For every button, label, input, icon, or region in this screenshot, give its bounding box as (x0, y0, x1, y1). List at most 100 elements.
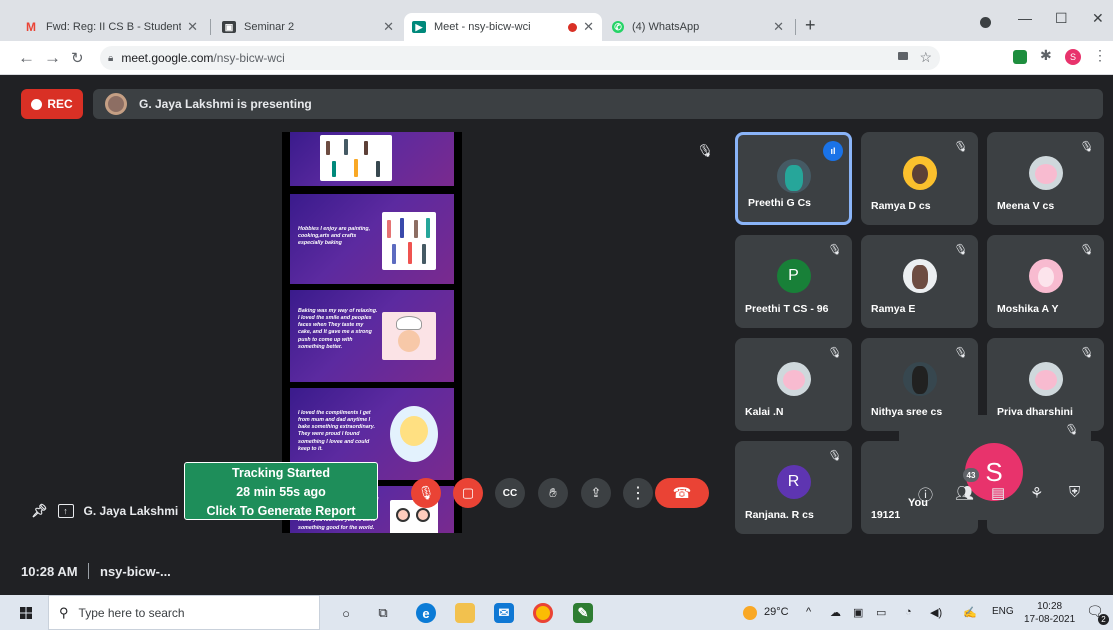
tab-meet[interactable]: ▶ Meet - nsy-bicw-wci ✕ (404, 13, 602, 41)
menu-kebab-icon[interactable]: ⋮ (1093, 47, 1107, 63)
more-options-button[interactable]: ⋮ (623, 478, 653, 508)
meeting-code[interactable]: nsy-bicw-... (100, 564, 171, 579)
taskbar-clock[interactable]: 10:28 17-08-2021 (1024, 600, 1075, 626)
file-explorer-icon[interactable] (455, 603, 475, 623)
tab-title: Fwd: Reg: II CS B - Students Deta (46, 21, 182, 33)
weather-temp[interactable]: 29°C (764, 606, 789, 618)
more-vert-icon: ⋮ (630, 485, 646, 502)
slide-image (320, 135, 392, 181)
windows-start-icon[interactable] (20, 607, 32, 619)
tray-chevron-icon[interactable]: ^ (806, 606, 811, 618)
address-input[interactable]: 🔒︎ meet.google.com/nsy-bicw-wci ☆ (100, 46, 940, 70)
phone-hangup-icon: ☎︎ (672, 485, 692, 502)
forward-arrow-icon[interactable]: → (44, 48, 61, 68)
mic-off-icon: 🎙︎ (417, 485, 435, 500)
search-placeholder: Type here to search (78, 605, 185, 620)
participant-tile[interactable]: P 🎙︎ Preethi T CS - 96 (735, 235, 852, 328)
tracking-report-button[interactable]: Tracking Started 28 min 55s ago Click To… (184, 462, 378, 520)
participant-count-badge: 43 (963, 468, 979, 482)
new-tab-button[interactable]: + (805, 15, 816, 36)
close-tab-icon[interactable]: ✕ (187, 19, 198, 35)
raise-hand-button[interactable]: ✋︎ (538, 478, 568, 508)
chat-icon[interactable]: ▤ (991, 484, 1005, 502)
slides-icon: ▣ (222, 21, 236, 33)
close-tab-icon[interactable]: ✕ (383, 19, 394, 35)
task-view-icon[interactable]: ⧉ (373, 603, 393, 623)
puzzle-icon[interactable]: ✱ (1040, 47, 1054, 63)
slide-image (390, 406, 438, 462)
bookmark-star-icon[interactable]: ☆ (919, 49, 932, 66)
present-now-button[interactable]: ⇪ (581, 478, 611, 508)
present-icon: ⇪ (590, 485, 602, 500)
rec-label: REC (47, 97, 73, 111)
mail-icon[interactable]: ✉ (494, 603, 514, 623)
participant-tile[interactable]: 🎙︎ Ramya D cs (861, 132, 978, 225)
cortana-icon[interactable]: ○ (336, 603, 356, 623)
slide-page (290, 132, 454, 186)
participant-tile[interactable]: 🎙︎ Moshika A Y (987, 235, 1104, 328)
activities-icon[interactable]: ⚘ (1030, 484, 1043, 502)
language-indicator[interactable]: ENG (992, 606, 1014, 617)
hand-icon: ✋︎ (549, 485, 557, 500)
leave-call-button[interactable]: ☎︎ (655, 478, 709, 508)
camera-toggle-button[interactable]: ▢ (453, 478, 483, 508)
minimize-button[interactable]: — (1018, 10, 1032, 26)
meeting-info-icon[interactable]: ⓘ (918, 484, 933, 505)
participant-tile[interactable]: R 🎙︎ Ranjana. R cs (735, 441, 852, 534)
tab-seminar[interactable]: ▣ Seminar 2 ✕ (214, 13, 402, 41)
profile-avatar[interactable]: S (1065, 49, 1081, 65)
edge-icon[interactable]: e (416, 603, 436, 623)
recording-indicator[interactable]: REC (21, 89, 83, 119)
participant-tile[interactable]: ıl Preethi G Cs (735, 132, 852, 225)
onedrive-icon[interactable]: ☁ (830, 606, 841, 619)
speaking-indicator-icon: ıl (823, 141, 843, 161)
tab-title: Seminar 2 (244, 21, 295, 33)
mic-toggle-button[interactable]: 🎙︎ (411, 478, 441, 508)
profile-dropdown-icon[interactable] (980, 17, 991, 28)
tracking-duration: 28 min 55s ago (236, 485, 326, 499)
presenter-mic-off-icon: 🎙︎ (695, 141, 716, 160)
extension-icon[interactable] (1013, 50, 1027, 64)
close-tab-icon[interactable]: ✕ (583, 19, 594, 35)
taskbar-time: 10:28 (1037, 601, 1063, 612)
people-icon[interactable]: 👥︎ (955, 484, 974, 502)
pin-icon[interactable]: 📌︎ (31, 503, 48, 519)
tray-app-icon[interactable]: ▣ (853, 606, 863, 619)
close-window-button[interactable]: ✕ (1092, 10, 1104, 27)
tab-whatsapp[interactable]: ✆ (4) WhatsApp ✕ (604, 13, 792, 41)
mic-off-icon: 🎙︎ (1078, 139, 1096, 155)
camera-icon[interactable] (898, 52, 908, 60)
mic-off-icon: 🎙︎ (952, 242, 970, 258)
slide-page: Hobbies I enjoy are painting, cooking,ar… (290, 194, 454, 284)
host-controls-icon[interactable]: ⛨ (1069, 484, 1080, 501)
participant-tile[interactable]: 🎙︎ Kalai .N (735, 338, 852, 431)
participant-avatar (776, 362, 811, 396)
slide-image (382, 212, 436, 270)
participant-avatar: P (776, 259, 811, 293)
participant-name: Ranjana. R cs (745, 509, 814, 521)
pen-icon[interactable]: ✍ (963, 606, 977, 619)
paint-icon[interactable]: ✎ (573, 603, 593, 623)
notification-count: 2 (1098, 614, 1109, 625)
volume-icon[interactable]: ◀) (930, 606, 942, 619)
participant-tile[interactable]: 🎙︎ Meena V cs (987, 132, 1104, 225)
close-tab-icon[interactable]: ✕ (773, 19, 784, 35)
wifi-icon[interactable]: ◔ (905, 606, 912, 618)
back-arrow-icon[interactable]: ← (18, 48, 35, 68)
captions-icon: CC (502, 487, 518, 499)
reload-icon[interactable]: ↻ (71, 49, 84, 67)
participant-tile[interactable]: 🎙︎ Ramya E (861, 235, 978, 328)
battery-icon[interactable]: ▭ (876, 606, 886, 619)
chrome-icon[interactable] (533, 603, 553, 623)
slide-image (382, 312, 436, 360)
mic-off-icon: 🎙︎ (952, 139, 970, 155)
taskbar-search-input[interactable]: ⚲ Type here to search (48, 595, 320, 630)
weather-icon[interactable] (743, 606, 757, 620)
tab-gmail[interactable]: M Fwd: Reg: II CS B - Students Deta ✕ (16, 13, 206, 41)
maximize-button[interactable]: ☐ (1055, 10, 1068, 27)
captions-button[interactable]: CC (495, 478, 525, 508)
participant-avatar (902, 362, 937, 396)
participant-name: 19121 (871, 509, 901, 521)
mic-off-icon: 🎙︎ (826, 345, 844, 361)
recording-dot-icon (568, 22, 578, 32)
